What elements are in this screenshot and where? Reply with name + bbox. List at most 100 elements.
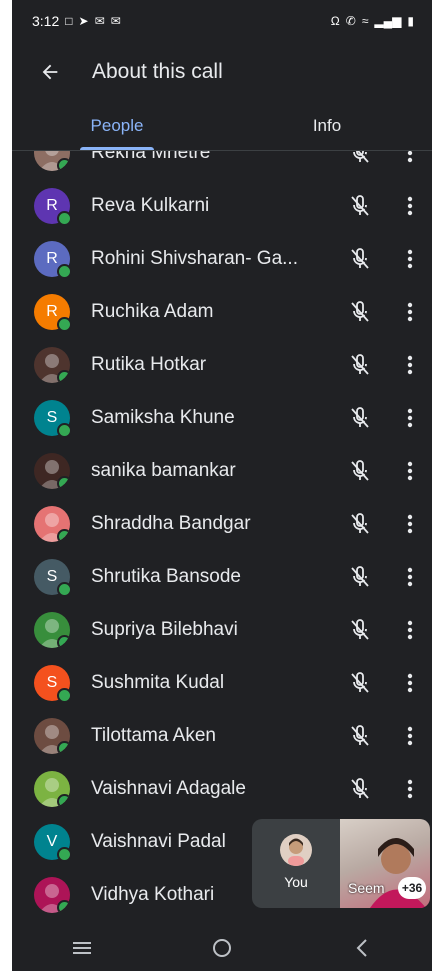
participant-avatar (34, 346, 70, 383)
send-icon: ➤ (78, 14, 89, 28)
headset-icon: Ω (330, 14, 340, 28)
mic-off-icon[interactable] (346, 245, 374, 273)
participant-row[interactable]: R Reva Kulkarni (12, 179, 432, 232)
mic-off-icon[interactable] (346, 775, 374, 803)
participant-name: Sushmita Kudal (91, 671, 225, 693)
participant-name: Shraddha Bandgar (91, 512, 251, 534)
call-icon: ✆ (345, 14, 356, 28)
pip-speaker-tile[interactable]: Seem +36 (340, 819, 430, 908)
participant-list[interactable]: Rekha Mhetre R Reva Kulkarni R Rohini Shivsh… (12, 151, 432, 925)
mic-off-icon[interactable] (346, 722, 374, 750)
more-options-button[interactable] (400, 563, 420, 591)
more-options-button[interactable] (400, 351, 420, 379)
participant-row[interactable]: Rutika Hotkar (12, 338, 432, 391)
avatar-initial: S (46, 567, 58, 585)
online-status-dot (57, 157, 70, 171)
online-status-dot (57, 369, 70, 383)
online-status-dot (57, 316, 72, 332)
tab-info[interactable]: Info (222, 102, 432, 150)
participant-name: Samiksha Khune (91, 406, 235, 428)
participant-avatar: R (34, 187, 72, 226)
pip-self-tile[interactable]: You (252, 819, 340, 908)
tab-bar: People Info (12, 102, 432, 151)
online-status-dot (57, 210, 72, 226)
system-back-button[interactable] (332, 925, 392, 971)
online-status-dot (57, 740, 70, 754)
online-status-dot (57, 422, 72, 438)
participant-row[interactable]: Rekha Mhetre (12, 151, 432, 179)
recents-icon (73, 942, 91, 954)
status-bar: 3:12 □ ➤ ✉ ✉ Ω ✆ ≈ ▂▄▆ ▮ (12, 0, 432, 42)
participant-row[interactable]: Supriya Bilebhavi (12, 603, 432, 656)
participant-avatar (34, 611, 70, 648)
more-options-button[interactable] (400, 669, 420, 697)
more-options-button[interactable] (400, 510, 420, 538)
participant-name: Rekha Mhetre (91, 151, 211, 163)
signal-icon: ▂▄▆ (374, 14, 402, 28)
self-label: You (284, 874, 308, 890)
speaker-label: Seem (348, 880, 385, 896)
more-options-button[interactable] (400, 775, 420, 803)
more-options-button[interactable] (400, 298, 420, 326)
participant-avatar (34, 151, 70, 171)
participant-rows: Rekha Mhetre R Reva Kulkarni R Rohini Shivsh… (12, 151, 432, 921)
participant-avatar (34, 876, 70, 913)
avatar-initial: R (46, 249, 58, 267)
participant-row[interactable]: S Sushmita Kudal (12, 656, 432, 709)
online-status-dot (57, 634, 70, 648)
phone-screen: 3:12 □ ➤ ✉ ✉ Ω ✆ ≈ ▂▄▆ ▮ About this call… (12, 0, 432, 971)
tab-info-label: Info (312, 116, 342, 135)
participant-row[interactable]: R Ruchika Adam (12, 285, 432, 338)
online-status-dot (57, 846, 72, 862)
participant-row[interactable]: R Rohini Shivsharan- Ga... (12, 232, 432, 285)
participant-avatar: S (34, 664, 72, 703)
participant-avatar: S (34, 399, 72, 438)
mic-off-icon[interactable] (346, 457, 374, 485)
mic-off-icon[interactable] (346, 298, 374, 326)
mic-off-icon[interactable] (346, 510, 374, 538)
participant-name: Rohini Shivsharan- Ga... (91, 247, 298, 269)
participant-name: Tilottama Aken (91, 724, 216, 746)
mic-off-icon[interactable] (346, 192, 374, 220)
more-options-button[interactable] (400, 616, 420, 644)
wifi-icon: ≈ (361, 14, 369, 28)
participant-avatar (34, 717, 70, 754)
recents-button[interactable] (52, 925, 112, 971)
participant-row[interactable]: S Shrutika Bansode (12, 550, 432, 603)
participant-avatar: V (34, 823, 72, 862)
more-options-button[interactable] (400, 192, 420, 220)
arrow-left-icon (42, 64, 58, 80)
participant-row[interactable]: Tilottama Aken (12, 709, 432, 762)
tab-people-label: People (90, 116, 144, 135)
more-options-button[interactable] (400, 151, 420, 167)
more-options-button[interactable] (400, 457, 420, 485)
status-time: 3:12 (32, 13, 60, 29)
cast-icon: □ (65, 14, 73, 28)
avatar-initial: R (46, 196, 58, 214)
mic-off-icon[interactable] (346, 669, 374, 697)
home-button[interactable] (192, 925, 252, 971)
picture-in-picture[interactable]: You Seem +36 (252, 819, 430, 908)
chevron-left-icon (356, 939, 367, 957)
extra-participants-badge: +36 (398, 877, 426, 899)
mic-off-icon[interactable] (346, 151, 374, 167)
more-options-button[interactable] (400, 404, 420, 432)
participant-row[interactable]: S Samiksha Khune (12, 391, 432, 444)
back-button[interactable] (22, 42, 78, 102)
mic-off-icon[interactable] (346, 616, 374, 644)
participant-row[interactable]: Vaishnavi Adagale (12, 762, 432, 815)
avatar-initial: R (46, 302, 58, 320)
mic-off-icon[interactable] (346, 404, 374, 432)
more-options-button[interactable] (400, 722, 420, 750)
participant-row[interactable]: Shraddha Bandgar (12, 497, 432, 550)
participant-row[interactable]: sanika bamankar (12, 444, 432, 497)
online-status-dot (57, 263, 72, 279)
mic-off-icon[interactable] (346, 563, 374, 591)
online-status-dot (57, 687, 72, 703)
home-icon (213, 939, 231, 957)
tab-people[interactable]: People (12, 102, 222, 150)
participant-name: Vaishnavi Adagale (91, 777, 246, 799)
more-options-button[interactable] (400, 245, 420, 273)
mic-off-icon[interactable] (346, 351, 374, 379)
self-avatar (280, 834, 312, 866)
